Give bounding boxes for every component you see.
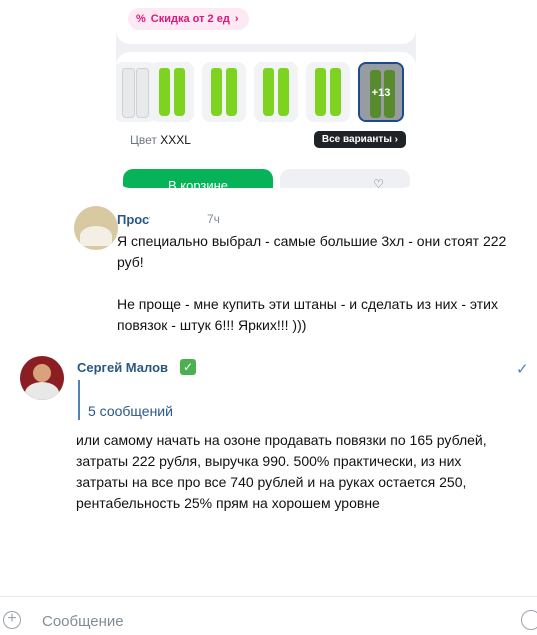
- reply-thread-bar: [78, 380, 80, 420]
- variant-thumb-green-3[interactable]: [254, 62, 298, 122]
- favorite-button[interactable]: ♡: [280, 169, 410, 188]
- variant-thumb-more[interactable]: +13: [358, 62, 404, 122]
- occlusion: [150, 211, 206, 227]
- read-check-icon: ✓: [516, 361, 529, 378]
- color-value: XXXL: [160, 133, 191, 147]
- message-input[interactable]: [40, 609, 504, 633]
- chevron-right-icon: ›: [234, 13, 239, 25]
- message-text: Я специально выбрал - самые большие 3хл …: [117, 233, 507, 333]
- discount-badge[interactable]: % Скидка от 2 ед ›: [128, 8, 249, 30]
- message-author[interactable]: Сергей Малов: [77, 360, 168, 375]
- variant-thumb-green-1[interactable]: [150, 62, 194, 122]
- percent-icon: %: [136, 13, 146, 25]
- attach-icon[interactable]: +: [3, 611, 21, 629]
- variant-thumb-green-2[interactable]: [202, 62, 246, 122]
- all-variants-button[interactable]: Все варианты ›: [313, 131, 406, 148]
- product-card[interactable]: % Скидка от 2 ед › +13 Цвет XXXL Все вар…: [116, 0, 416, 188]
- composer: +: [0, 596, 537, 635]
- verified-icon: ✓: [180, 359, 196, 375]
- color-label: Цвет XXXL: [130, 133, 191, 147]
- emoji-icon[interactable]: [521, 610, 537, 630]
- message-text: или самому начать на озоне продавать пов…: [76, 432, 487, 511]
- occlusion: [110, 202, 220, 211]
- card-main: +13 Цвет XXXL Все варианты › В корзине ♡: [116, 52, 416, 188]
- card-top: % Скидка от 2 ед ›: [116, 0, 416, 44]
- reply-count-link[interactable]: 5 сообщений: [88, 403, 173, 419]
- more-variants-count: +13: [371, 87, 391, 99]
- variant-thumb-green-4[interactable]: [306, 62, 350, 122]
- cart-button[interactable]: В корзине: [123, 169, 273, 188]
- discount-badge-label: Скидка от 2 ед: [150, 13, 230, 25]
- avatar[interactable]: [74, 206, 118, 250]
- variant-strip: +13: [116, 62, 416, 122]
- chevron-right-icon: ›: [394, 134, 398, 145]
- message-time: 7ч: [207, 212, 220, 226]
- heart-icon: ♡: [373, 177, 384, 188]
- avatar[interactable]: [20, 356, 64, 400]
